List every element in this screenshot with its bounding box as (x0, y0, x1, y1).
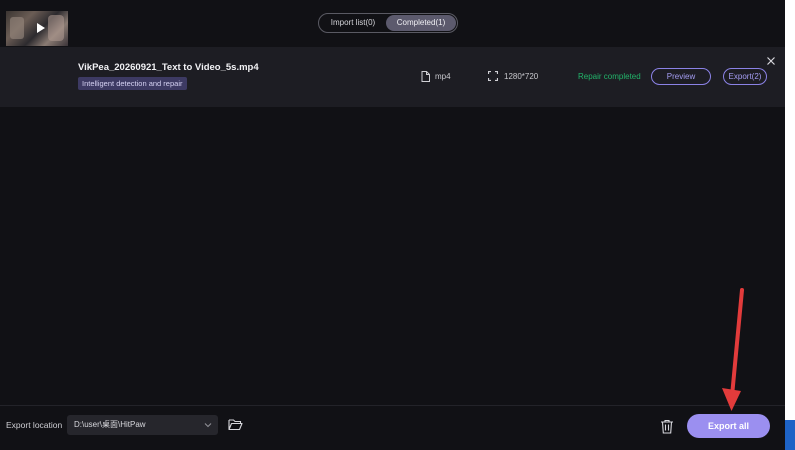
export-path: D:\user\桌面\HitPaw (74, 420, 146, 429)
resolution-icon (488, 71, 498, 81)
footer-divider (0, 405, 785, 406)
annotation-arrow-icon (722, 288, 744, 411)
file-name: VikPea_20260921_Text to Video_5s.mp4 (78, 62, 259, 73)
repair-mode-badge: Intelligent detection and repair (78, 77, 187, 90)
resolution-label: 1280*720 (504, 71, 539, 81)
preview-button[interactable]: Preview (651, 68, 711, 85)
file-format: mp4 (421, 71, 451, 82)
export-all-button[interactable]: Export all (687, 414, 770, 438)
view-tab-switch: Import list(0) Completed(1) (318, 13, 458, 33)
export-location-dropdown[interactable]: D:\user\桌面\HitPaw (67, 415, 218, 435)
chevron-down-icon (204, 423, 212, 428)
export-location-label: Export location (6, 420, 63, 430)
video-thumbnail[interactable] (6, 11, 68, 46)
play-icon[interactable] (37, 23, 45, 33)
file-resolution: 1280*720 (488, 71, 538, 81)
file-icon (421, 71, 430, 82)
folder-open-icon[interactable] (228, 418, 243, 431)
adjacent-window-edge (785, 0, 795, 450)
app-window: Import list(0) Completed(1) VikPea_20260… (0, 0, 785, 450)
tab-import-list[interactable]: Import list(0) (320, 15, 386, 31)
repair-status: Repair completed (578, 72, 641, 81)
adjacent-window-accent (785, 420, 795, 450)
export-button[interactable]: Export(2) (723, 68, 767, 85)
file-format-label: mp4 (435, 72, 451, 81)
close-icon[interactable] (766, 56, 776, 66)
trash-icon[interactable] (660, 419, 674, 434)
tab-completed[interactable]: Completed(1) (386, 15, 456, 31)
thumbnail-figure (10, 17, 24, 39)
thumbnail-figure (48, 15, 64, 41)
